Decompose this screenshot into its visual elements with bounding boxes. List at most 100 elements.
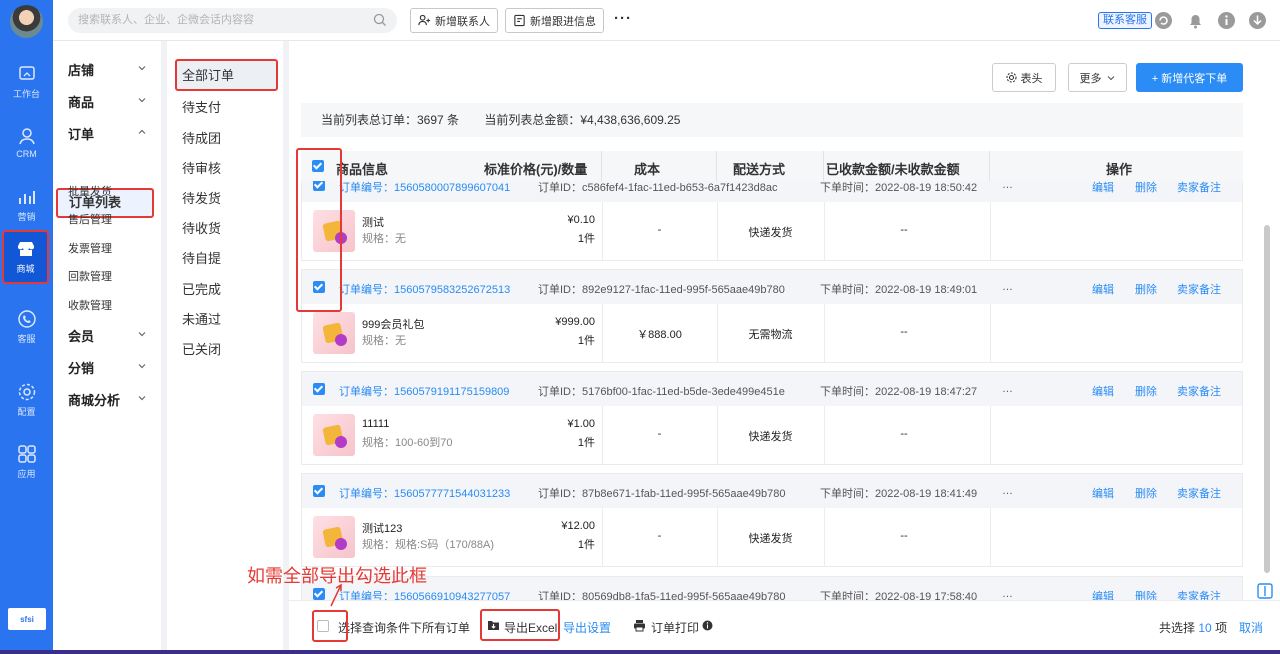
submenu-collections[interactable]: 收款管理 (68, 297, 112, 313)
menu-group-distribution[interactable]: 分销 (68, 358, 94, 377)
user-avatar[interactable] (10, 5, 43, 38)
highlight-page-checkboxes (296, 148, 342, 312)
seller-remark-link[interactable]: 卖家备注 (1177, 383, 1221, 399)
columns-button[interactable]: 表头 (992, 63, 1056, 92)
status-tab-closed[interactable]: 已关闭 (182, 339, 221, 358)
gear-icon (1005, 72, 1017, 83)
submenu-batch-ship[interactable]: 批量发货 (68, 183, 112, 199)
download-icon[interactable] (1248, 11, 1267, 30)
delete-link[interactable]: 删除 (1135, 179, 1157, 195)
order-number-link[interactable]: 订单编号：1560579191175159809 (339, 383, 509, 399)
seller-remark-link[interactable]: 卖家备注 (1177, 485, 1221, 501)
bulk-action-footer: 选择查询条件下所有订单 导出Excel 导出设置 订单打印 共选择 10 项 取… (283, 600, 1280, 654)
book-icon[interactable] (1256, 582, 1274, 600)
edit-link[interactable]: 编辑 (1092, 179, 1114, 195)
delete-link[interactable]: 删除 (1135, 485, 1157, 501)
delete-link[interactable]: 删除 (1135, 281, 1157, 297)
edit-link[interactable]: 编辑 (1092, 281, 1114, 297)
nav-store[interactable]: 商城 (2, 230, 49, 284)
paid-amount: -- (900, 530, 908, 542)
add-followup-button[interactable]: 新增跟进信息 (505, 8, 604, 33)
select-all-query-label[interactable]: 选择查询条件下所有订单 (338, 619, 470, 636)
info-icon (702, 620, 713, 631)
customer-service-link[interactable]: 联系客服 (1098, 12, 1152, 29)
seller-remark-link[interactable]: 卖家备注 (1177, 179, 1221, 195)
module-submenu: 店铺 商品 订单 订单列表 批量发货 售后管理 发票管理 回款管理 收款管理 会… (53, 41, 161, 654)
menu-group-orders[interactable]: 订单 (68, 124, 94, 143)
chevron-down-icon (138, 332, 146, 337)
col-cost: 成本 (634, 162, 661, 177)
export-settings-link[interactable]: 导出设置 (563, 619, 611, 636)
chevron-down-icon (138, 396, 146, 401)
document-icon (514, 14, 525, 27)
total-orders: 当前列表总订单：3697 条 (321, 113, 460, 127)
top-bar: 搜索联系人、企业、企微会话内容容 新增联系人 新增跟进信息 ··· 联系客服 (53, 0, 1280, 41)
order-number-link[interactable]: 订单编号：1560579583252672513 (339, 281, 510, 297)
product-qty: 1件 (577, 335, 595, 347)
divider (823, 151, 824, 181)
order-item-row: 测试123 规格：规格:S码（170/88A) ¥12.00 1件 - 快递发货… (302, 508, 1242, 566)
submenu-after-sales[interactable]: 售后管理 (68, 211, 112, 227)
more-dropdown[interactable]: 更多 (1068, 63, 1127, 92)
status-tab-unpaid[interactable]: 待支付 (182, 97, 221, 116)
status-tab-rejected[interactable]: 未通过 (182, 309, 221, 328)
order-card: 订单编号：1560577771544031233 订单ID：87b8e671-1… (301, 473, 1243, 567)
status-tab-to-ship[interactable]: 待发货 (182, 188, 221, 207)
delete-link[interactable]: 删除 (1135, 383, 1157, 399)
more-menu-button[interactable]: ··· (614, 10, 632, 27)
scrollbar[interactable] (1264, 225, 1270, 573)
status-tab-completed[interactable]: 已完成 (182, 279, 221, 298)
bell-icon[interactable] (1186, 11, 1205, 30)
highlight-export-button (480, 609, 560, 641)
nav-dashboard[interactable]: 工作台 (0, 57, 53, 107)
status-tab-pickup[interactable]: 待自提 (182, 248, 221, 267)
nav-apps[interactable]: 应用 (0, 437, 53, 487)
status-tab-review[interactable]: 待审核 (182, 158, 221, 177)
seller-remark-link[interactable]: 卖家备注 (1177, 281, 1221, 297)
submenu-invoices[interactable]: 发票管理 (68, 240, 112, 256)
chevron-down-icon (138, 66, 146, 71)
menu-group-members[interactable]: 会员 (68, 326, 94, 345)
nav-service[interactable]: 客服 (0, 302, 53, 352)
add-contact-button[interactable]: 新增联系人 (410, 8, 498, 33)
product-qty: 1件 (577, 539, 595, 551)
add-proxy-order-button[interactable]: + 新增代客下单 (1136, 63, 1243, 92)
order-header: 订单编号：1560579191175159809 订单ID：5176bf00-1… (302, 372, 1242, 406)
status-tab-all[interactable]: 全部订单 (175, 59, 278, 91)
menu-group-shop[interactable]: 店铺 (68, 60, 94, 79)
menu-group-analytics[interactable]: 商城分析 (68, 390, 120, 409)
edit-link[interactable]: 编辑 (1092, 485, 1114, 501)
divider (716, 151, 717, 181)
product-thumbnail (313, 516, 355, 558)
chevron-down-icon (1107, 75, 1114, 80)
status-tab-group-pending[interactable]: 待成团 (182, 128, 221, 147)
print-orders-button[interactable]: 订单打印 (651, 619, 699, 636)
person-icon (18, 127, 35, 144)
col-shipping: 配送方式 (733, 162, 786, 177)
product-price: ¥12.00 (561, 520, 595, 532)
submenu-repayments[interactable]: 回款管理 (68, 268, 112, 284)
edit-link[interactable]: 编辑 (1092, 383, 1114, 399)
order-number-link[interactable]: 订单编号：1560580007899607041 (339, 179, 510, 195)
menu-group-products[interactable]: 商品 (68, 92, 94, 111)
search-input[interactable]: 搜索联系人、企业、企微会话内容容 (68, 8, 397, 33)
refresh-icon[interactable] (1154, 11, 1173, 30)
nav-crm[interactable]: CRM (0, 117, 53, 167)
order-cost: - (657, 530, 662, 542)
order-item-row: 999会员礼包 规格：无 ¥999.00 1件 ￥888.00 无需物流 -- (302, 304, 1242, 362)
product-qty: 1件 (577, 233, 595, 245)
order-checkbox[interactable] (313, 383, 325, 395)
info-icon[interactable] (1217, 11, 1236, 30)
status-tab-to-receive[interactable]: 待收货 (182, 218, 221, 237)
order-checkbox[interactable] (313, 485, 325, 497)
nav-settings[interactable]: 配置 (0, 375, 53, 425)
divider (990, 508, 991, 566)
product-thumbnail (313, 312, 355, 354)
search-icon (373, 13, 386, 26)
order-checkbox[interactable] (313, 588, 325, 600)
order-number-link[interactable]: 订单编号：1560577771544031233 (339, 485, 510, 501)
apps-icon (17, 445, 36, 463)
shipping-method: 快递发货 (748, 431, 793, 443)
cancel-selection-link[interactable]: 取消 (1239, 619, 1263, 636)
nav-marketing[interactable]: 营销 (0, 180, 53, 230)
